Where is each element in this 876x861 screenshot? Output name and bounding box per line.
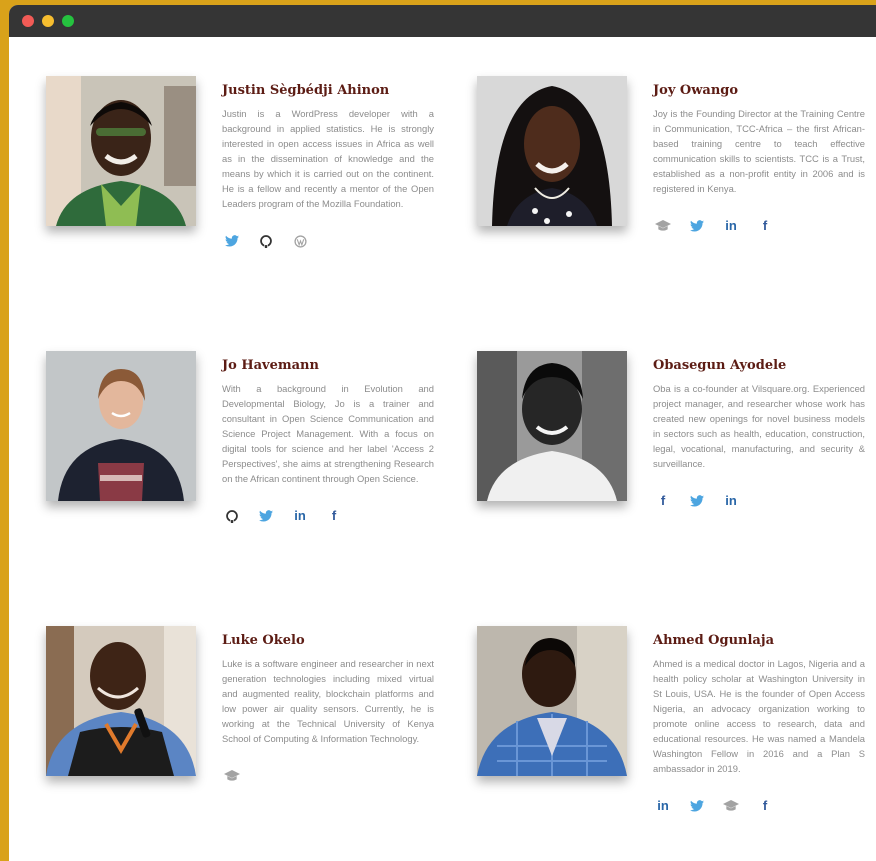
portrait-image	[46, 626, 196, 776]
wordpress-link[interactable]	[290, 233, 310, 249]
avatar-photo-ahmed	[477, 626, 627, 776]
avatar-photo-joy	[477, 76, 627, 226]
team-member-bio: Justin is a WordPress developer with a b…	[222, 108, 434, 209]
social-links	[222, 233, 434, 249]
graduation-cap-icon	[723, 800, 739, 811]
facebook-icon: f	[762, 218, 768, 233]
facebook-link[interactable]: f	[755, 218, 775, 234]
social-links	[222, 768, 434, 784]
linkedin-link[interactable]: in	[721, 218, 741, 234]
twitter-link[interactable]	[256, 508, 276, 524]
team-member-name: Jo Havemann	[222, 358, 319, 373]
team-member-bio: Joy is the Founding Director at the Trai…	[653, 108, 865, 194]
team-member-name: Justin Sègbédji Ahinon	[222, 83, 390, 98]
social-links: in f	[653, 798, 865, 814]
facebook-link[interactable]: f	[755, 798, 775, 814]
twitter-link[interactable]	[687, 798, 707, 814]
minimize-window-button[interactable]	[42, 15, 54, 27]
twitter-icon	[225, 235, 239, 247]
team-member-name: Ahmed Ogunlaja	[653, 633, 774, 648]
linkedin-link[interactable]: in	[290, 508, 310, 524]
window-titlebar	[9, 5, 876, 37]
scholar-link[interactable]	[721, 798, 741, 814]
twitter-icon	[690, 800, 704, 812]
facebook-icon: f	[660, 493, 666, 508]
linkedin-link[interactable]: in	[721, 493, 741, 509]
social-links: f in	[653, 493, 865, 509]
linkedin-icon: in	[657, 798, 669, 813]
twitter-link[interactable]	[687, 493, 707, 509]
avatar-photo-jo	[46, 351, 196, 501]
github-icon	[226, 510, 238, 523]
team-member-bio: With a background in Evolution and Devel…	[222, 383, 434, 484]
portrait-image	[477, 626, 627, 776]
social-links: in f	[222, 508, 434, 524]
team-member-info: Obasegun Ayodele Oba is a co-founder at …	[653, 357, 865, 509]
team-member-info: Ahmed Ogunlaja Ahmed is a medical doctor…	[653, 632, 865, 814]
graduation-cap-icon	[224, 770, 240, 781]
linkedin-icon: in	[725, 218, 737, 233]
team-member-bio: Luke is a software engineer and research…	[222, 658, 434, 744]
team-member-name: Luke Okelo	[222, 633, 305, 648]
avatar-photo-obasegun	[477, 351, 627, 501]
twitter-icon	[690, 220, 704, 232]
graduation-cap-icon	[655, 220, 671, 231]
browser-window: Justin Sègbédji Ahinon Justin is a WordP…	[9, 5, 876, 861]
wordpress-icon	[293, 234, 307, 248]
maximize-window-button[interactable]	[62, 15, 74, 27]
github-icon	[260, 235, 272, 248]
portrait-image	[477, 76, 627, 226]
portrait-image	[46, 76, 196, 226]
github-link[interactable]	[222, 508, 242, 524]
facebook-icon: f	[762, 798, 768, 813]
team-member-info: Luke Okelo Luke is a software engineer a…	[222, 632, 434, 784]
team-member-name: Obasegun Ayodele	[653, 358, 787, 373]
team-grid: Justin Sègbédji Ahinon Justin is a WordP…	[9, 37, 876, 861]
team-member-info: Jo Havemann With a background in Evoluti…	[222, 357, 434, 524]
facebook-link[interactable]: f	[324, 508, 344, 524]
facebook-link[interactable]: f	[653, 493, 673, 509]
twitter-icon	[259, 510, 273, 522]
scholar-link[interactable]	[653, 218, 673, 234]
linkedin-link[interactable]: in	[653, 798, 673, 814]
close-window-button[interactable]	[22, 15, 34, 27]
avatar-photo-justin	[46, 76, 196, 226]
team-member-info: Justin Sègbédji Ahinon Justin is a WordP…	[222, 82, 434, 249]
team-member-name: Joy Owango	[653, 83, 739, 98]
twitter-link[interactable]	[222, 233, 242, 249]
team-member-bio: Ahmed is a medical doctor in Lagos, Nige…	[653, 658, 865, 774]
avatar-photo-luke	[46, 626, 196, 776]
github-link[interactable]	[256, 233, 276, 249]
social-links: in f	[653, 218, 865, 234]
team-member-bio: Oba is a co-founder at Vilsquare.org. Ex…	[653, 383, 865, 469]
twitter-link[interactable]	[687, 218, 707, 234]
linkedin-icon: in	[725, 493, 737, 508]
portrait-image	[46, 351, 196, 501]
portrait-image	[477, 351, 627, 501]
twitter-icon	[690, 495, 704, 507]
team-member-info: Joy Owango Joy is the Founding Director …	[653, 82, 865, 234]
facebook-icon: f	[331, 508, 337, 523]
linkedin-icon: in	[294, 508, 306, 523]
scholar-link[interactable]	[222, 768, 242, 784]
